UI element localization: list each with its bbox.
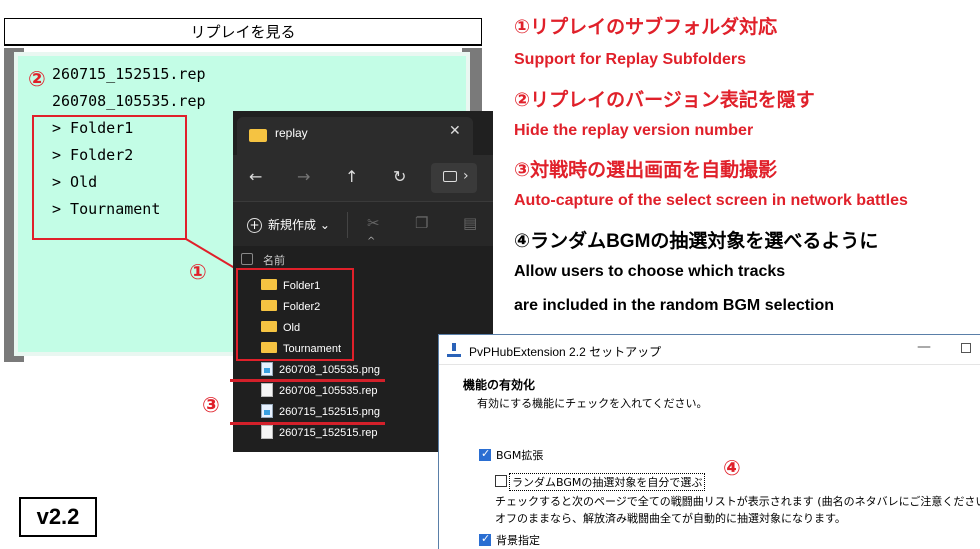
document-file-icon [261, 383, 273, 397]
image-file-icon [261, 404, 273, 418]
bgm-extension-label[interactable]: BGM拡張 [496, 447, 543, 463]
setup-titlebar: PvPHubExtension 2.2 セットアップ — [439, 335, 980, 365]
maximize-icon[interactable] [961, 343, 971, 353]
item-label: 260715_152515.rep [279, 427, 378, 439]
replay-file-item[interactable]: 260715_152515.rep [52, 64, 206, 84]
feature-4-title: ④ランダムBGMの抽選対象を選べるように [514, 231, 879, 252]
explorer-file-item[interactable]: 260708_105535.png [261, 361, 380, 381]
feature-3-subtitle: Auto-capture of the select screen in net… [514, 192, 908, 209]
copy-icon[interactable]: ❐ [415, 214, 429, 232]
annotation-mark-4: ④ [723, 456, 741, 480]
feature-4-subtitle-line1: Allow users to choose which tracks [514, 263, 786, 280]
feature-1-title: ①リプレイのサブフォルダ対応 [514, 17, 778, 38]
folder-icon [249, 129, 267, 142]
cut-icon[interactable]: ✂ [367, 214, 381, 232]
random-bgm-description-1: チェックすると次のページで全ての戦闘曲リストが表示されます (曲名のネタバレにご… [495, 495, 980, 508]
annotation-mark-3: ③ [202, 393, 220, 417]
replay-file-item[interactable]: 260708_105535.rep [52, 91, 206, 111]
annotation-mark-2: ② [28, 67, 46, 91]
installer-icon [447, 343, 461, 357]
background-setting-label[interactable]: 背景指定 [496, 532, 540, 548]
paste-icon[interactable]: ▤ [463, 214, 477, 232]
setup-title: PvPHubExtension 2.2 セットアップ [469, 345, 662, 359]
chevron-right-icon: › [463, 168, 469, 184]
setup-heading: 機能の有効化 [463, 378, 536, 392]
back-arrow-icon[interactable]: ← [249, 167, 262, 186]
item-label: 260715_152515.png [279, 406, 380, 418]
replay-viewer-title: リプレイを見る [4, 18, 482, 46]
explorer-navbar: ← → ↑ ↻ › [233, 155, 493, 201]
random-bgm-description-2: オフのままなら、解放済み戦闘曲全てが自動的に抽選対象になります。 [495, 512, 846, 525]
setup-dialog: PvPHubExtension 2.2 セットアップ — 機能の有効化 有効にす… [438, 334, 980, 549]
highlight-replay-folders [32, 115, 187, 240]
random-bgm-label[interactable]: ランダムBGMの抽選対象を自分で選ぶ [509, 473, 706, 491]
sort-caret-icon: ^ [367, 236, 376, 247]
monitor-icon [443, 171, 457, 182]
annotation-mark-1: ① [189, 260, 207, 284]
item-label: 260708_105535.rep [279, 385, 378, 397]
explorer-file-item[interactable]: 260715_152515.png [261, 403, 380, 423]
select-all-checkbox[interactable] [241, 253, 253, 265]
explorer-toolbar: + 新規作成 ⌄ ✂ ❐ ▤ [233, 202, 493, 246]
document-file-icon [261, 425, 273, 439]
minimize-icon[interactable]: — [917, 339, 931, 355]
feature-1-subtitle: Support for Replay Subfolders [514, 51, 747, 68]
column-name-label[interactable]: 名前 [263, 252, 285, 268]
close-icon[interactable]: ✕ [449, 123, 461, 139]
feature-2-subtitle: Hide the replay version number [514, 122, 754, 139]
background-setting-checkbox[interactable] [479, 532, 491, 546]
feature-3-title: ③対戦時の選出画面を自動撮影 [514, 160, 778, 181]
up-arrow-icon[interactable]: ↑ [345, 167, 358, 186]
setup-subheading: 有効にする機能にチェックを入れてください。 [477, 397, 708, 410]
explorer-file-item[interactable]: 260708_105535.rep [261, 382, 377, 402]
highlight-explorer-folders [236, 268, 354, 361]
divider [347, 212, 348, 238]
explorer-tab-title: replay [275, 126, 308, 140]
underline-png-2 [230, 422, 385, 425]
version-badge: v2.2 [19, 497, 97, 537]
new-item-button[interactable]: + 新規作成 ⌄ [247, 216, 330, 233]
forward-arrow-icon[interactable]: → [297, 167, 310, 186]
explorer-tab[interactable]: replay ✕ [237, 117, 473, 155]
explorer-file-item[interactable]: 260715_152515.rep [261, 424, 377, 444]
refresh-icon[interactable]: ↻ [393, 167, 406, 186]
view-toggle-button[interactable]: › [431, 163, 477, 193]
feature-2-title: ②リプレイのバージョン表記を隠す [514, 90, 815, 111]
explorer-titlebar: replay ✕ [233, 111, 493, 155]
feature-4-subtitle-line2: are included in the random BGM selection [514, 297, 835, 314]
bgm-extension-checkbox[interactable] [479, 447, 491, 461]
new-item-label: 新規作成 [268, 218, 317, 232]
image-file-icon [261, 362, 273, 376]
random-bgm-checkbox[interactable] [495, 475, 507, 487]
plus-circle-icon: + [247, 218, 262, 233]
underline-png-1 [230, 379, 385, 382]
item-label: 260708_105535.png [279, 364, 380, 376]
